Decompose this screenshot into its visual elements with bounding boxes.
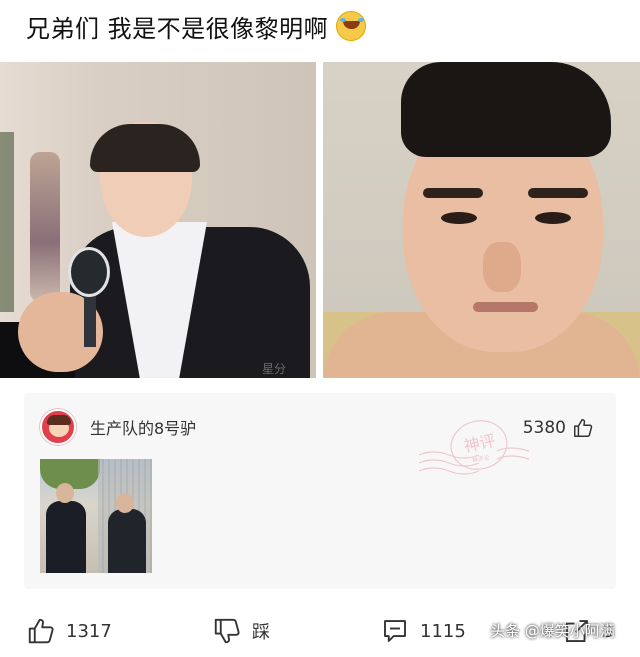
wall-art-strip [0, 132, 14, 312]
dislike-button[interactable]: 踩 [212, 616, 270, 646]
dislike-label: 踩 [252, 622, 270, 643]
thumbs-up-icon [574, 419, 593, 437]
like-count: 1317 [66, 620, 112, 642]
god-comment-stamp-icon: 神评 神评论 [419, 420, 529, 475]
microphone-icon [68, 247, 110, 297]
right-eye [535, 212, 571, 224]
wall-painting [30, 152, 60, 302]
comment-like-count: 5380 [522, 418, 566, 438]
like-button[interactable]: 1317 [26, 616, 112, 646]
source-watermark: 头条 @爆笑小阿满 [490, 622, 615, 640]
photo-watermark: 星分 [262, 362, 287, 376]
avatar-hair [47, 415, 71, 425]
stamp-subtext: 神评论 [471, 453, 490, 465]
left-brow [423, 188, 483, 198]
thumbs-down-icon [214, 618, 240, 644]
comment-bubble-icon [384, 620, 406, 642]
comment-username[interactable]: 生产队的8号驴 [90, 415, 196, 439]
stamp-text: 神评 [462, 431, 497, 456]
person-1-head [56, 483, 74, 503]
post-title: 兄弟们 我是不是很像黎明啊 [26, 8, 367, 44]
person-2 [108, 509, 146, 573]
photo-left[interactable]: 星分 [0, 62, 316, 378]
avatar[interactable] [40, 409, 76, 445]
comment-like-button[interactable]: 5380 [523, 417, 594, 439]
comment-button[interactable]: 1115 [380, 616, 466, 646]
mouth [473, 302, 538, 312]
photo-right[interactable] [323, 62, 640, 378]
post-title-text: 兄弟们 我是不是很像黎明啊 [26, 14, 329, 43]
left-eye [441, 212, 477, 224]
person-1 [46, 501, 86, 573]
person-2-head [116, 493, 134, 513]
laughing-crying-emoji-icon [336, 11, 367, 41]
top-comment-card: 生产队的8号驴 神评 神评论 5380 [24, 393, 616, 589]
comment-image[interactable] [40, 459, 152, 573]
right-brow [528, 188, 588, 198]
thumbs-up-icon [28, 618, 54, 644]
hair [401, 62, 611, 157]
nose [483, 242, 521, 292]
hair [90, 124, 200, 172]
comment-count: 1115 [420, 620, 466, 642]
